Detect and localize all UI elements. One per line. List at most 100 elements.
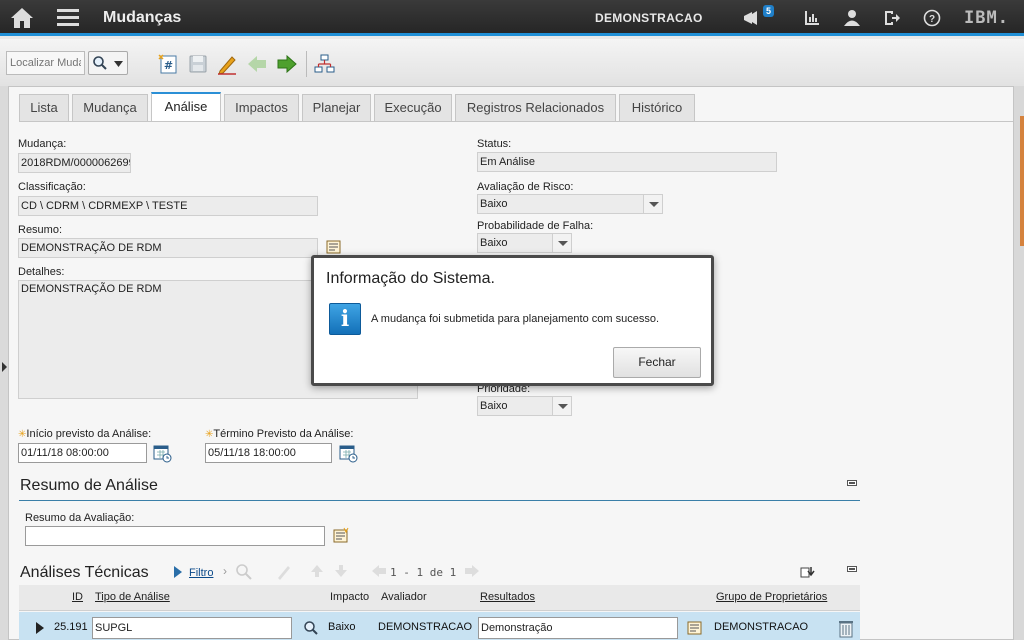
megaphone-icon[interactable] — [742, 9, 760, 27]
trash-icon[interactable] — [837, 618, 855, 638]
row-avaliador: DEMONSTRACAO — [378, 621, 473, 633]
arrow-up-icon — [311, 565, 323, 577]
search-icon — [236, 564, 252, 580]
status-label: Status: — [477, 138, 512, 150]
col-resultados[interactable]: Resultados — [480, 591, 535, 603]
detalhes-label: Detalhes: — [18, 266, 65, 278]
tab-execucao[interactable]: Execução — [374, 94, 452, 121]
tab-mudanca[interactable]: Mudança — [72, 94, 148, 121]
tab-registros-relacionados[interactable]: Registros Relacionados — [455, 94, 616, 121]
long-description-icon[interactable] — [332, 527, 350, 545]
row-expand-icon[interactable] — [35, 622, 45, 634]
analises-tecnicas-title: Análises Técnicas — [20, 564, 149, 581]
collapse-handle[interactable] — [0, 86, 8, 640]
tab-impactos[interactable]: Impactos — [224, 94, 299, 121]
system-info-dialog: Informação do Sistema. i A mudança foi s… — [311, 255, 714, 386]
search-button[interactable] — [88, 51, 128, 75]
col-tipo[interactable]: Tipo de Análise — [95, 591, 170, 603]
prioridade-dropdown-button[interactable] — [552, 396, 572, 416]
resumo-avaliacao-label: Resumo da Avaliação: — [25, 512, 135, 524]
minimize-icon[interactable] — [847, 566, 857, 572]
new-record-icon[interactable]: # — [157, 53, 179, 75]
inicio-field[interactable]: 01/11/18 08:00:00 — [18, 443, 147, 463]
col-avaliador: Avaliador — [381, 591, 427, 603]
prioridade-select[interactable]: Baixo — [477, 396, 553, 416]
tab-historico[interactable]: Histórico — [619, 94, 695, 121]
next-record-icon[interactable] — [276, 53, 298, 75]
top-header: Mudanças DEMONSTRACAO 5 ? IBM. — [0, 0, 1024, 36]
row-id: 25.191 — [54, 621, 88, 633]
minimize-icon[interactable] — [847, 480, 857, 486]
user-name: DEMONSTRACAO — [595, 11, 703, 25]
col-id[interactable]: ID — [72, 591, 83, 603]
classificacao-field[interactable]: CD \ CDRM \ CDRMEXP \ TESTE — [18, 196, 318, 216]
resumo-field[interactable]: DEMONSTRAÇÃO DE RDM — [18, 238, 318, 258]
status-field[interactable]: Em Análise — [477, 152, 777, 172]
filter-expand-icon[interactable] — [173, 565, 183, 579]
menu-icon[interactable] — [57, 9, 79, 27]
section-divider — [19, 500, 860, 501]
col-grupo[interactable]: Grupo de Proprietários — [716, 591, 827, 603]
dialog-title: Informação do Sistema. — [326, 270, 495, 287]
tab-divider — [19, 121, 1013, 122]
info-icon: i — [329, 303, 361, 335]
arrow-down-icon — [335, 565, 347, 577]
classificacao-label: Classificação: — [18, 181, 86, 193]
search-icon[interactable] — [303, 620, 319, 636]
reports-icon[interactable] — [803, 9, 821, 27]
calendar-icon[interactable] — [152, 443, 172, 463]
tab-lista[interactable]: Lista — [19, 94, 69, 121]
falha-dropdown-button[interactable] — [552, 233, 572, 253]
save-icon[interactable] — [187, 53, 209, 75]
close-button[interactable]: Fechar — [613, 347, 701, 378]
notification-badge[interactable]: 5 — [763, 5, 775, 17]
pagination-text: 1 - 1 de 1 — [390, 566, 457, 579]
scroll-thumb[interactable] — [1020, 116, 1024, 246]
risco-select[interactable]: Baixo — [477, 194, 644, 214]
previous-record-icon[interactable] — [246, 53, 268, 75]
svg-text:#: # — [164, 59, 173, 72]
col-impacto: Impacto — [330, 591, 370, 603]
table-header: ID Tipo de Análise Impacto Avaliador Res… — [19, 585, 860, 611]
termino-field[interactable]: 05/11/18 18:00:00 — [205, 443, 332, 463]
search-input[interactable] — [6, 51, 85, 75]
chevron-right-icon: › — [223, 564, 227, 578]
row-impacto: Baixo — [328, 621, 356, 633]
falha-label: Probabilidade de Falha: — [477, 220, 594, 232]
row-resultados-field[interactable]: Demonstração — [478, 617, 678, 639]
sign-out-icon[interactable] — [883, 9, 901, 27]
inicio-label: ✳Início previsto da Análise: — [18, 428, 152, 440]
table-row[interactable]: 25.191 SUPGL Baixo DEMONSTRACAO Demonstr… — [19, 612, 860, 640]
previous-page-icon — [372, 565, 386, 577]
expand-arrow-icon — [2, 362, 7, 372]
mudanca-label: Mudança: — [18, 138, 67, 150]
risco-dropdown-button[interactable] — [643, 194, 663, 214]
search-icon — [93, 56, 107, 70]
risco-label: Avaliação de Risco: — [477, 181, 574, 193]
dialog-message: A mudança foi submetida para planejament… — [371, 313, 659, 325]
home-icon[interactable] — [10, 7, 34, 29]
chevron-down-icon — [114, 61, 123, 67]
tab-planejar[interactable]: Planejar — [302, 94, 371, 121]
long-description-icon[interactable] — [686, 619, 704, 637]
resumo-label: Resumo: — [18, 224, 63, 236]
ibm-logo: IBM. — [964, 8, 1009, 28]
resumo-analise-title: Resumo de Análise — [20, 477, 158, 494]
help-icon[interactable]: ? — [923, 9, 941, 27]
calendar-icon[interactable] — [338, 443, 358, 463]
mudanca-field[interactable]: 2018RDM/0000062699 — [18, 153, 131, 173]
filter-link[interactable]: Filtro — [189, 567, 213, 579]
falha-select[interactable]: Baixo — [477, 233, 553, 253]
app-title: Mudanças — [103, 9, 182, 26]
clear-filter-icon — [278, 566, 290, 580]
tab-analise[interactable]: Análise — [151, 92, 221, 121]
download-icon[interactable] — [800, 565, 816, 579]
scrollbar[interactable] — [1014, 86, 1024, 640]
resumo-avaliacao-field[interactable] — [25, 526, 325, 546]
row-tipo-field[interactable]: SUPGL — [92, 617, 292, 639]
workflow-icon[interactable] — [313, 53, 335, 75]
profile-icon[interactable] — [843, 9, 861, 27]
edit-icon[interactable] — [216, 53, 238, 75]
next-page-icon — [465, 565, 479, 577]
svg-text:?: ? — [929, 14, 935, 25]
